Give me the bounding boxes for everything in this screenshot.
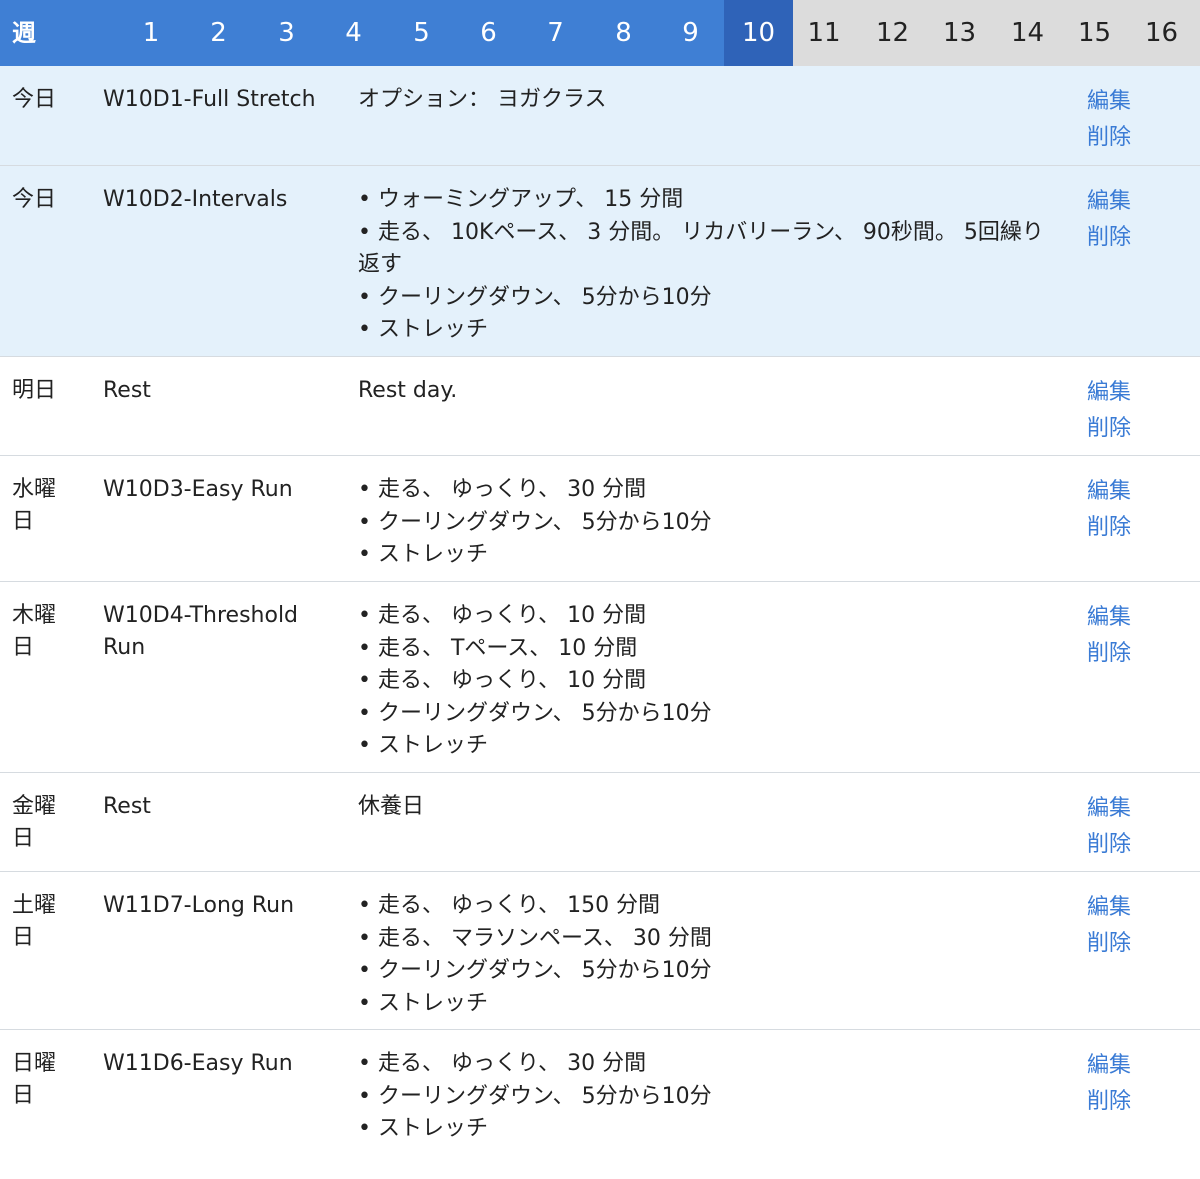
workout-day: 明日 [12, 378, 57, 403]
workout-step: • ストレッチ [358, 542, 488, 567]
week-tab-9[interactable]: 9 [657, 0, 724, 66]
row-actions: 編集 削除 [1087, 600, 1187, 672]
edit-link[interactable]: 編集 [1087, 890, 1187, 926]
workout-description: • 走る、 ゆっくり、 10 分間 • 走る、 Tペース、 10 分間 • 走る… [358, 600, 1058, 763]
workout-day: 木曜日 [12, 603, 57, 660]
workout-step: • 走る、 ゆっくり、 150 分間 [358, 893, 661, 918]
workout-name: Rest [103, 378, 151, 403]
workout-step: • クーリングダウン、 5分から10分 [358, 1083, 712, 1109]
workout-step: オプション： ヨガクラス [358, 87, 607, 112]
workout-row: 木曜日 W10D4-Threshold Run • 走る、 ゆっくり、 10 分… [0, 582, 1200, 773]
workout-description: • ウォーミングアップ、 15 分間 • 走る、 10Kペース、 3 分間。 リ… [358, 184, 1058, 347]
workout-description: • 走る、 ゆっくり、 150 分間 • 走る、 マラソンペース、 30 分間 … [358, 890, 1058, 1020]
workout-name: W11D7-Long Run [103, 893, 295, 918]
delete-link[interactable]: 削除 [1087, 510, 1187, 546]
row-actions: 編集 削除 [1087, 474, 1187, 546]
workout-step: • 走る、 ゆっくり、 10 分間 [358, 603, 647, 628]
week-tab-7[interactable]: 7 [522, 0, 589, 66]
workout-day: 金曜日 [12, 794, 57, 851]
week-selector: 週 1 2 3 4 5 6 7 8 9 10 11 12 13 14 15 16 [0, 0, 1200, 66]
week-tab-11[interactable]: 11 [793, 0, 855, 66]
workout-step: 休養日 [358, 794, 425, 819]
week-tab-6[interactable]: 6 [455, 0, 522, 66]
workout-day: 今日 [12, 187, 57, 212]
workout-row: 今日 W10D1-Full Stretch オプション： ヨガクラス 編集 削除 [0, 66, 1200, 166]
edit-link[interactable]: 編集 [1087, 375, 1187, 411]
workout-step: • クーリングダウン、 5分から10分 [358, 284, 712, 310]
week-tab-8[interactable]: 8 [590, 0, 657, 66]
workout-step: • ストレッチ [358, 733, 488, 758]
workout-row: 水曜日 W10D3-Easy Run • 走る、 ゆっくり、 30 分間 • ク… [0, 456, 1200, 582]
workout-step: • 走る、 Tペース、 10 分間 [358, 635, 638, 661]
workout-step: • 走る、 ゆっくり、 30 分間 [358, 477, 647, 502]
week-tab-16[interactable]: 16 [1128, 0, 1195, 66]
delete-link[interactable]: 削除 [1087, 120, 1187, 156]
workout-name: W10D4-Threshold Run [103, 603, 299, 660]
row-actions: 編集 削除 [1087, 791, 1187, 863]
delete-link[interactable]: 削除 [1087, 220, 1187, 256]
workout-step: • ストレッチ [358, 990, 488, 1016]
workout-step: • 走る、 マラソンペース、 30 分間 [358, 925, 712, 951]
workout-day: 今日 [12, 87, 57, 112]
workout-description: Rest day. [358, 375, 1058, 408]
week-tab-14[interactable]: 14 [994, 0, 1061, 66]
week-tab-5[interactable]: 5 [388, 0, 455, 66]
edit-link[interactable]: 編集 [1087, 791, 1187, 827]
workout-name: W10D3-Easy Run [103, 477, 293, 502]
edit-link[interactable]: 編集 [1087, 600, 1187, 636]
workout-name: W11D6-Easy Run [103, 1051, 293, 1076]
workout-step: • 走る、 ゆっくり、 10 分間 [358, 668, 647, 693]
row-actions: 編集 削除 [1087, 184, 1187, 256]
edit-link[interactable]: 編集 [1087, 84, 1187, 120]
week-tab-10-current[interactable]: 10 [724, 0, 793, 66]
delete-link[interactable]: 削除 [1087, 411, 1187, 447]
workout-step: • ストレッチ [358, 317, 488, 342]
workout-name: Rest [103, 794, 151, 819]
week-tab-13[interactable]: 13 [926, 0, 993, 66]
workout-day: 水曜日 [12, 477, 57, 534]
workout-row: 金曜日 Rest 休養日 編集 削除 [0, 773, 1200, 872]
row-actions: 編集 削除 [1087, 375, 1187, 447]
week-tab-3[interactable]: 3 [253, 0, 320, 66]
week-tab-15[interactable]: 15 [1061, 0, 1128, 66]
row-actions: 編集 削除 [1087, 84, 1187, 156]
workout-row: 今日 W10D2-Intervals • ウォーミングアップ、 15 分間 • … [0, 166, 1200, 357]
workout-day: 日曜日 [12, 1051, 57, 1108]
edit-link[interactable]: 編集 [1087, 184, 1187, 220]
workout-step: • 走る、 10Kペース、 3 分間。 リカバリーラン、 90秒間。 5回繰り [358, 219, 1044, 245]
workout-description: 休養日 [358, 791, 1058, 824]
week-tab-2[interactable]: 2 [185, 0, 252, 66]
workout-description: • 走る、 ゆっくり、 30 分間 • クーリングダウン、 5分から10分 • … [358, 1048, 1058, 1146]
workout-row: 土曜日 W11D7-Long Run • 走る、 ゆっくり、 150 分間 • … [0, 872, 1200, 1030]
edit-link[interactable]: 編集 [1087, 1048, 1187, 1084]
workout-name: W10D1-Full Stretch [103, 87, 316, 112]
row-actions: 編集 削除 [1087, 890, 1187, 962]
delete-link[interactable]: 削除 [1087, 636, 1187, 672]
week-label: 週 [12, 19, 36, 47]
workout-name: W10D2-Intervals [103, 187, 288, 212]
workout-day: 土曜日 [12, 893, 57, 950]
week-tab-4[interactable]: 4 [320, 0, 387, 66]
delete-link[interactable]: 削除 [1087, 1084, 1187, 1120]
workout-step: 返す [358, 252, 403, 277]
workout-row: 明日 Rest Rest day. 編集 削除 [0, 357, 1200, 456]
delete-link[interactable]: 削除 [1087, 827, 1187, 863]
workout-description: オプション： ヨガクラス [358, 84, 1058, 117]
edit-link[interactable]: 編集 [1087, 474, 1187, 510]
week-tab-12[interactable]: 12 [859, 0, 926, 66]
workout-step: • ストレッチ [358, 1116, 488, 1141]
workout-step: • 走る、 ゆっくり、 30 分間 [358, 1051, 647, 1076]
workout-description: • 走る、 ゆっくり、 30 分間 • クーリングダウン、 5分から10分 • … [358, 474, 1058, 572]
workout-step: • クーリングダウン、 5分から10分 [358, 700, 712, 726]
workout-step: • クーリングダウン、 5分から10分 [358, 958, 712, 983]
workout-row: 日曜日 W11D6-Easy Run • 走る、 ゆっくり、 30 分間 • ク… [0, 1030, 1200, 1179]
workout-step: • クーリングダウン、 5分から10分 [358, 509, 712, 535]
workout-step: • ウォーミングアップ、 15 分間 [358, 187, 684, 212]
row-actions: 編集 削除 [1087, 1048, 1187, 1120]
workout-step: Rest day. [358, 378, 458, 403]
week-tab-1[interactable]: 1 [118, 0, 184, 66]
delete-link[interactable]: 削除 [1087, 926, 1187, 962]
